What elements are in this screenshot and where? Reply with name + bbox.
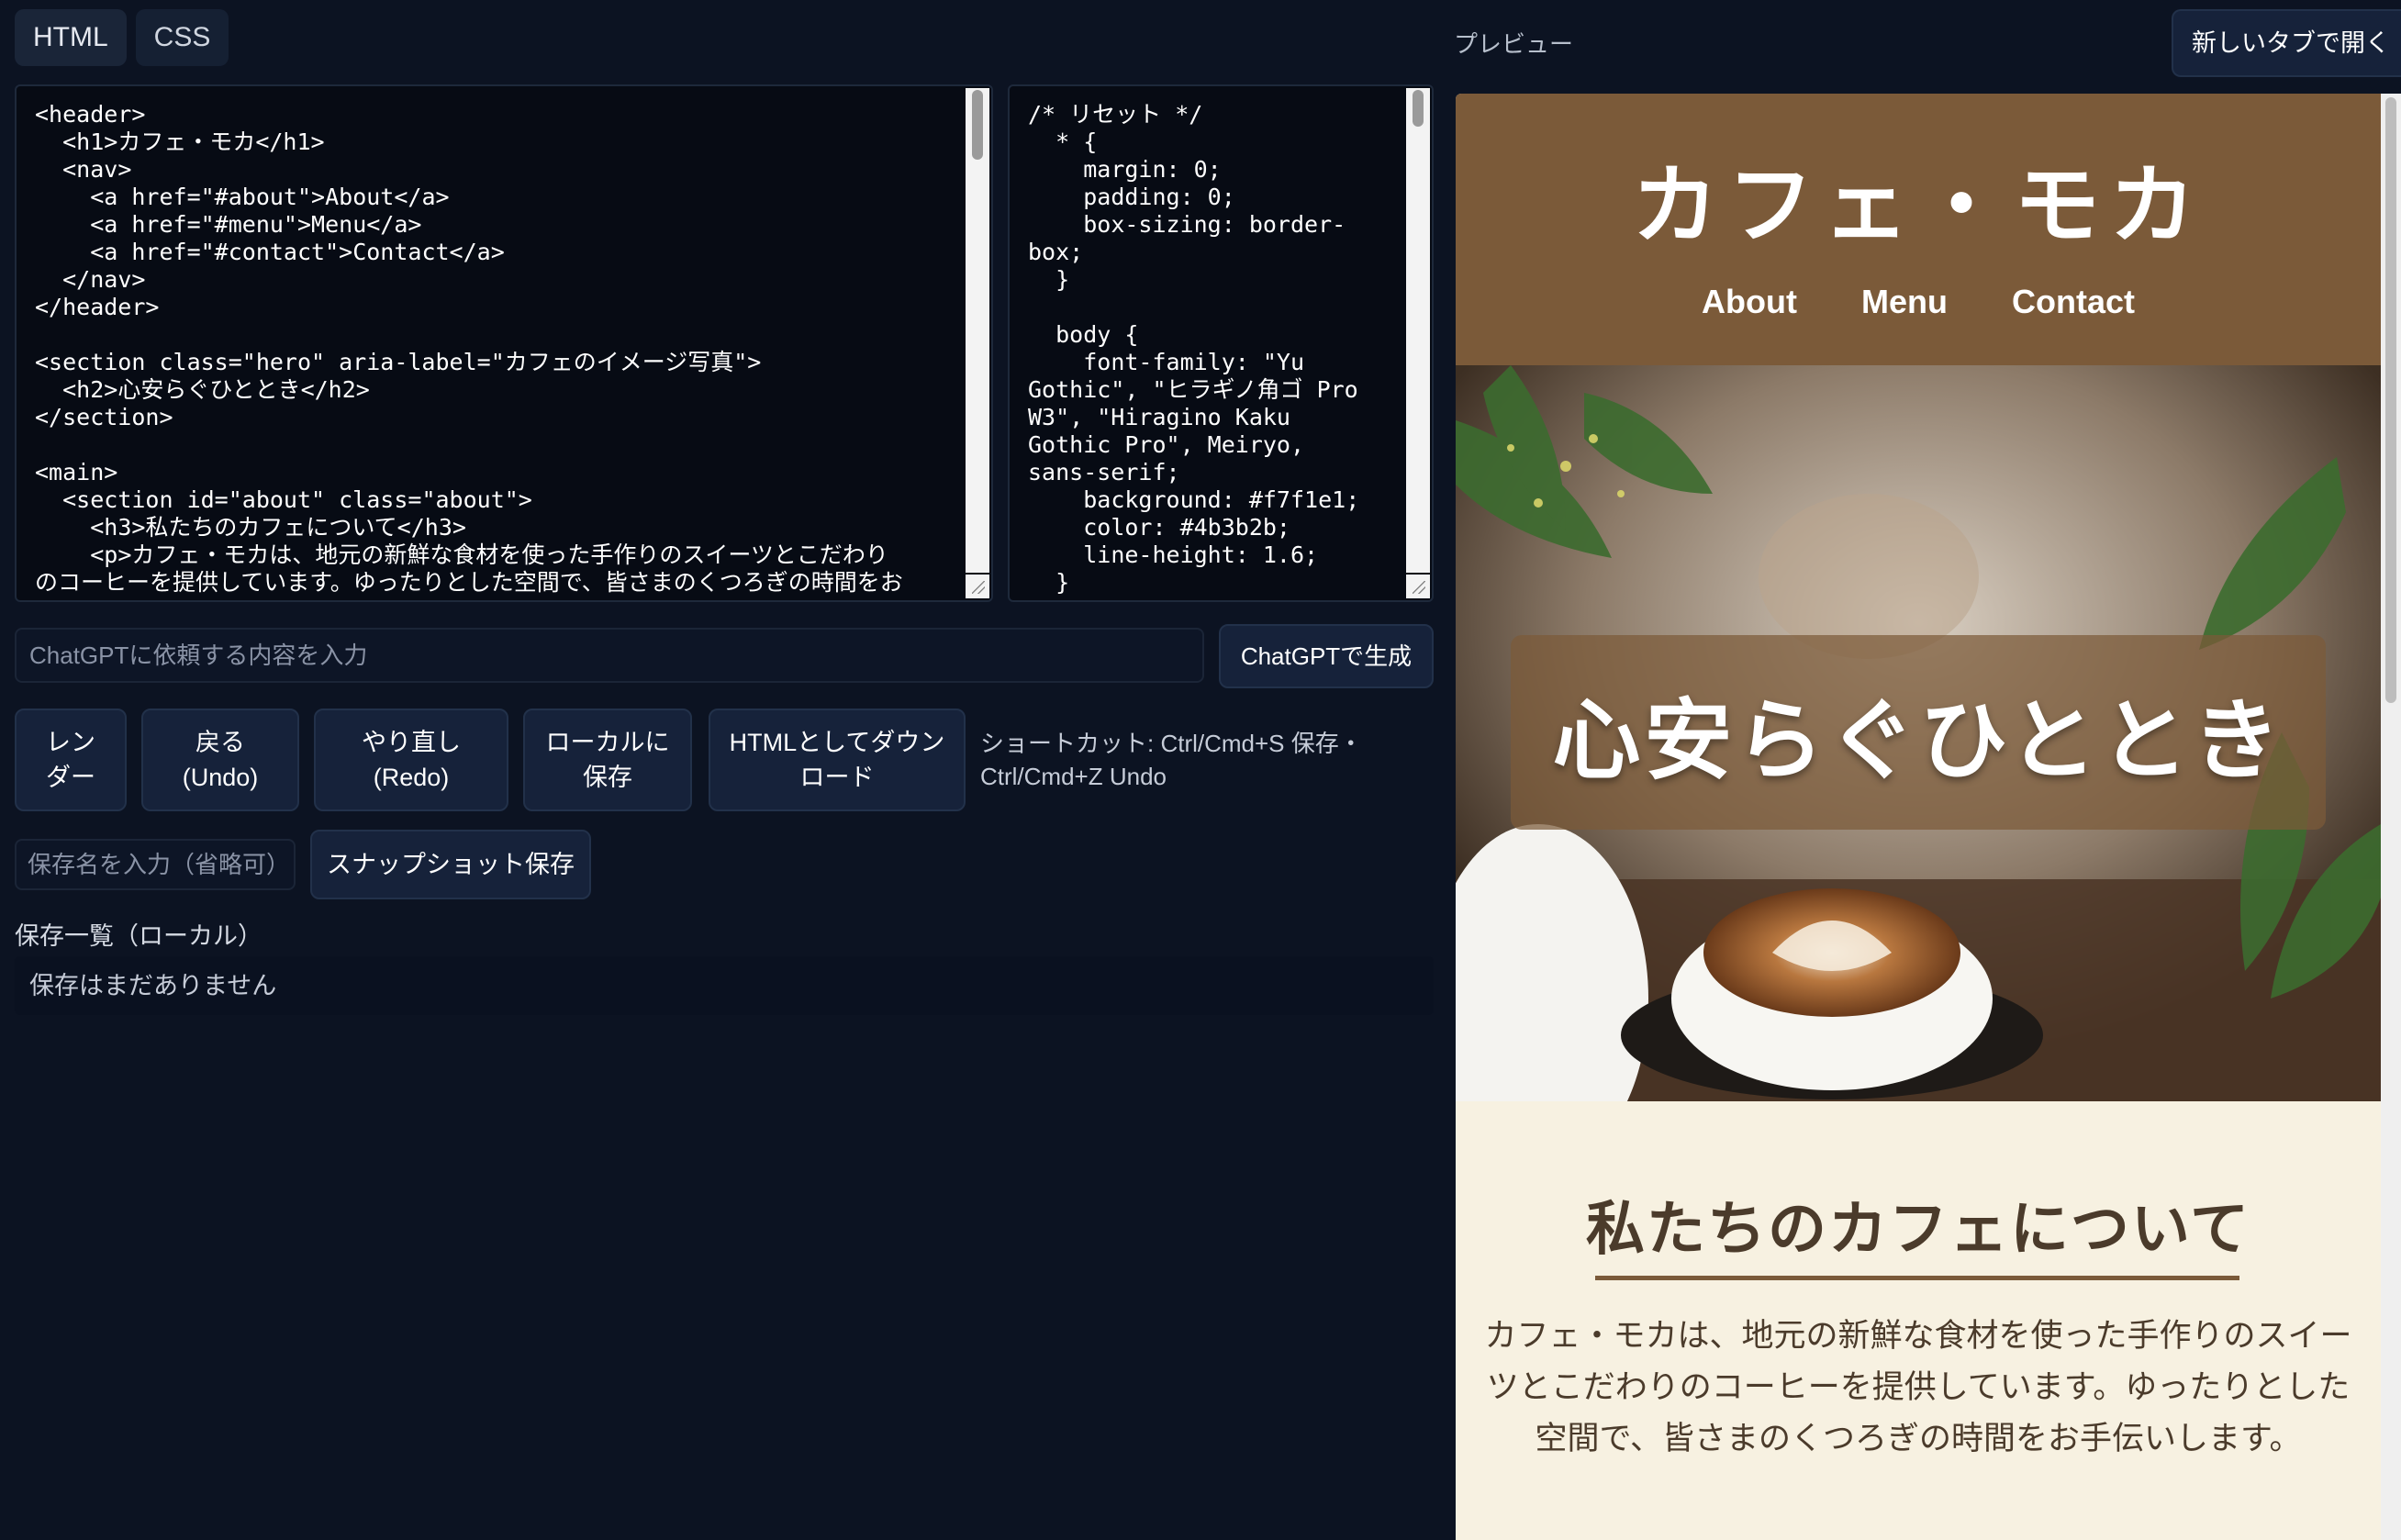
- snapshot-save-button[interactable]: スナップショット保存: [310, 830, 591, 899]
- shortcut-hint: ショートカット: Ctrl/Cmd+S 保存・ Ctrl/Cmd+Z Undo: [980, 730, 1363, 790]
- css-code-text[interactable]: /* リセット */ * { margin: 0; padding: 0; bo…: [1010, 86, 1432, 600]
- open-new-tab-button[interactable]: 新しいタブで開く: [2172, 9, 2401, 77]
- css-editor-scroll-thumb[interactable]: [1413, 90, 1424, 127]
- redo-button[interactable]: やり直し (Redo): [314, 709, 508, 811]
- undo-button[interactable]: 戻る (Undo): [141, 709, 299, 811]
- snapshot-name-input[interactable]: 保存名を入力（省略可）: [15, 839, 296, 890]
- tab-css[interactable]: CSS: [135, 9, 229, 66]
- tab-html[interactable]: HTML: [15, 9, 127, 66]
- hero-image: 心安らぐひととき: [1456, 365, 2381, 1101]
- html-editor-scroll-thumb[interactable]: [972, 90, 983, 160]
- html-editor-scrollbar[interactable]: [966, 88, 989, 573]
- hero-heading: 心安らぐひととき: [1552, 688, 2284, 792]
- download-html-button[interactable]: HTMLとしてダウン ロード: [709, 709, 966, 811]
- chatgpt-prompt-input[interactable]: ChatGPTに依頼する内容を入力: [15, 628, 1204, 683]
- render-button[interactable]: レン ダー: [15, 709, 127, 811]
- html-code-text[interactable]: <header> <h1>カフェ・モカ</h1> <nav> <a href="…: [17, 86, 991, 600]
- css-code-editor[interactable]: /* リセット */ * { margin: 0; padding: 0; bo…: [1008, 84, 1434, 602]
- css-editor-scrollbar[interactable]: [1406, 88, 1430, 573]
- about-heading: 私たちのカフェについて: [1585, 1196, 2251, 1264]
- about-section: 私たちのカフェについて カフェ・モカは、地元の新鮮な食材を使った手作りのスイーツ…: [1456, 1101, 2381, 1540]
- preview-scrollbar[interactable]: [2381, 94, 2401, 1540]
- site-header: カフェ・モカ About Menu Contact: [1456, 94, 2381, 365]
- about-heading-underline: [1595, 1276, 2239, 1280]
- save-local-button[interactable]: ローカルに 保存: [523, 709, 692, 811]
- about-text: カフェ・モカは、地元の新鮮な食材を使った手作りのスイーツとこだわりのコーヒーを提…: [1484, 1318, 2352, 1457]
- site-nav: About Menu Contact: [1456, 283, 2381, 321]
- nav-link-about[interactable]: About: [1702, 283, 1797, 321]
- nav-link-menu[interactable]: Menu: [1861, 283, 1948, 321]
- preview-label: プレビュー: [1454, 30, 1574, 58]
- nav-link-contact[interactable]: Contact: [2012, 283, 2135, 321]
- html-code-editor[interactable]: <header> <h1>カフェ・モカ</h1> <nav> <a href="…: [15, 84, 993, 602]
- css-editor-resize-handle[interactable]: [1406, 575, 1430, 598]
- saves-list: 保存はまだありません: [15, 956, 1434, 1015]
- site-title: カフェ・モカ: [1631, 156, 2205, 256]
- preview-frame[interactable]: カフェ・モカ About Menu Contact 心安らぐひととき 私たちのカ…: [1456, 94, 2401, 1540]
- html-editor-resize-handle[interactable]: [966, 575, 989, 598]
- preview-scroll-thumb[interactable]: [2385, 97, 2396, 703]
- editor-pane: HTML CSS <header> <h1>カフェ・モカ</h1> <nav> …: [0, 0, 1454, 1540]
- editor-tabs: HTML CSS: [15, 9, 229, 66]
- prompt-row: ChatGPTに依頼する内容を入力 ChatGPTで生成: [15, 624, 1434, 688]
- chatgpt-generate-button[interactable]: ChatGPTで生成: [1219, 624, 1434, 688]
- saves-heading: 保存一覧（ローカル）: [15, 922, 262, 950]
- hero-heading-box: 心安らぐひととき: [1511, 635, 2326, 830]
